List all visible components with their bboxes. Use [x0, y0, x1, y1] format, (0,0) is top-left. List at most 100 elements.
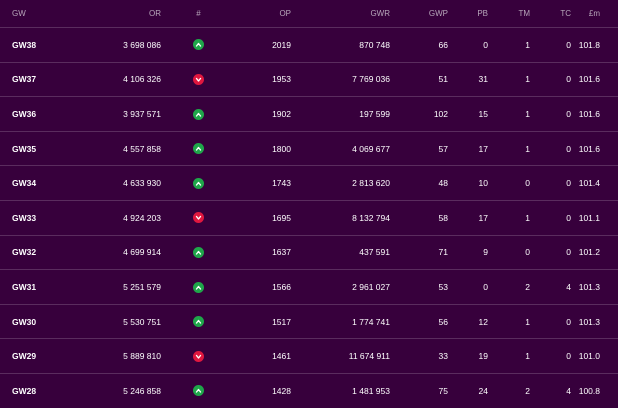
overall-rank: 4 633 930 [60, 165, 161, 201]
transfer-cost: 0 [530, 96, 571, 132]
header-transfer-cost: TC [560, 9, 571, 18]
rank-up-icon [193, 246, 204, 258]
header-overall-points: OP [279, 9, 291, 18]
gameweek-points: 48 [390, 165, 448, 201]
rank-up-icon [193, 39, 204, 51]
points-on-bench: 19 [448, 338, 488, 374]
rank-up-icon [193, 385, 204, 397]
transfers-made: 1 [488, 61, 530, 97]
rank-down-icon [193, 74, 204, 86]
team-value: 101.0 [571, 338, 618, 374]
points-on-bench: 9 [448, 234, 488, 270]
overall-rank: 5 530 751 [60, 303, 161, 339]
rank-movement [161, 27, 236, 63]
gameweek-label: GW37 [0, 61, 60, 97]
points-on-bench: 17 [448, 199, 488, 236]
table-row: GW38 3 698 086 2019 870 748 66 0 1 0 101.8 [0, 27, 618, 63]
team-value: 101.3 [571, 269, 618, 305]
team-value: 100.8 [571, 372, 618, 408]
gameweek-label: GW29 [0, 338, 60, 374]
gameweek-rank: 8 132 794 [291, 199, 390, 236]
points-on-bench: 12 [448, 303, 488, 339]
rank-movement [161, 130, 236, 166]
rank-movement [161, 165, 236, 201]
rank-up-icon [193, 108, 204, 120]
team-value: 101.1 [571, 199, 618, 236]
rank-movement [161, 61, 236, 97]
overall-points: 1637 [236, 234, 291, 270]
points-on-bench: 31 [448, 61, 488, 97]
gameweek-rank: 2 961 027 [291, 269, 390, 305]
points-on-bench: 0 [448, 27, 488, 63]
table-row: GW35 4 557 858 1800 4 069 677 57 17 1 0 101.6 [0, 130, 618, 166]
rank-movement [161, 269, 236, 305]
header-gameweek-rank: GWR [370, 9, 390, 18]
overall-points: 1902 [236, 96, 291, 132]
transfer-cost: 0 [530, 27, 571, 63]
overall-rank: 4 924 203 [60, 199, 161, 236]
overall-rank: 5 246 858 [60, 372, 161, 408]
table-row: GW28 5 246 858 1428 1 481 953 75 24 2 4 100.8 [0, 372, 618, 408]
gameweek-points: 57 [390, 130, 448, 166]
points-on-bench: 24 [448, 372, 488, 408]
transfer-cost: 0 [530, 61, 571, 97]
rank-up-icon [193, 281, 204, 293]
transfers-made: 2 [488, 269, 530, 305]
overall-points: 1953 [236, 61, 291, 97]
team-value: 101.3 [571, 303, 618, 339]
rank-up-icon [193, 143, 204, 155]
transfers-made: 2 [488, 372, 530, 408]
gameweek-label: GW31 [0, 269, 60, 305]
table-row: GW37 4 106 326 1953 7 769 036 51 31 1 0 101.6 [0, 61, 618, 97]
header-team-value: £m [588, 9, 600, 18]
gameweek-points: 53 [390, 269, 448, 305]
transfers-made: 1 [488, 303, 530, 339]
transfers-made: 1 [488, 199, 530, 236]
header-transfers-made: TM [518, 9, 530, 18]
table-row: GW36 3 937 571 1902 197 599 102 15 1 0 101.6 [0, 96, 618, 132]
gameweek-rank: 197 599 [291, 96, 390, 132]
points-on-bench: 10 [448, 165, 488, 201]
team-value: 101.8 [571, 27, 618, 63]
header-points-on-bench: PB [477, 9, 488, 18]
rank-movement [161, 338, 236, 374]
rank-movement [161, 96, 236, 132]
team-value: 101.6 [571, 130, 618, 166]
overall-points: 1743 [236, 165, 291, 201]
transfer-cost: 0 [530, 303, 571, 339]
gameweek-rank: 1 481 953 [291, 372, 390, 408]
table-body: GW38 3 698 086 2019 870 748 66 0 1 0 101.8 GW37 4 … [0, 27, 618, 408]
rank-movement [161, 372, 236, 408]
table-row: GW33 4 924 203 1695 8 132 794 58 17 1 0 101.1 [0, 199, 618, 236]
gameweek-points: 102 [390, 96, 448, 132]
gameweek-rank: 11 674 911 [291, 338, 390, 374]
transfer-cost: 4 [530, 269, 571, 305]
gameweek-rank: 2 813 620 [291, 165, 390, 201]
overall-rank: 3 698 086 [60, 27, 161, 63]
transfers-made: 0 [488, 165, 530, 201]
overall-points: 1517 [236, 303, 291, 339]
gameweek-points: 75 [390, 372, 448, 408]
gameweek-label: GW32 [0, 234, 60, 270]
points-on-bench: 17 [448, 130, 488, 166]
overall-points: 1800 [236, 130, 291, 166]
table-row: GW30 5 530 751 1517 1 774 741 56 12 1 0 101.3 [0, 303, 618, 339]
gameweek-rank: 1 774 741 [291, 303, 390, 339]
transfer-cost: 0 [530, 338, 571, 374]
overall-points: 1461 [236, 338, 291, 374]
table-row: GW31 5 251 579 1566 2 961 027 53 0 2 4 101.3 [0, 269, 618, 305]
points-on-bench: 0 [448, 269, 488, 305]
team-value: 101.6 [571, 96, 618, 132]
transfer-cost: 0 [530, 165, 571, 201]
team-value: 101.2 [571, 234, 618, 270]
rank-movement [161, 303, 236, 339]
table-row: GW29 5 889 810 1461 11 674 911 33 19 1 0 101.0 [0, 338, 618, 374]
gameweek-rank: 870 748 [291, 27, 390, 63]
team-value: 101.4 [571, 165, 618, 201]
rank-down-icon [193, 212, 204, 224]
transfers-made: 1 [488, 27, 530, 63]
gameweek-history-table: GW OR # OP GWR GWP PB TM TC £m GW38 3 698… [0, 0, 618, 408]
table-header-row: GW OR # OP GWR GWP PB TM TC £m [0, 0, 618, 28]
table-row: GW34 4 633 930 1743 2 813 620 48 10 0 0 101.4 [0, 165, 618, 201]
gameweek-points: 66 [390, 27, 448, 63]
